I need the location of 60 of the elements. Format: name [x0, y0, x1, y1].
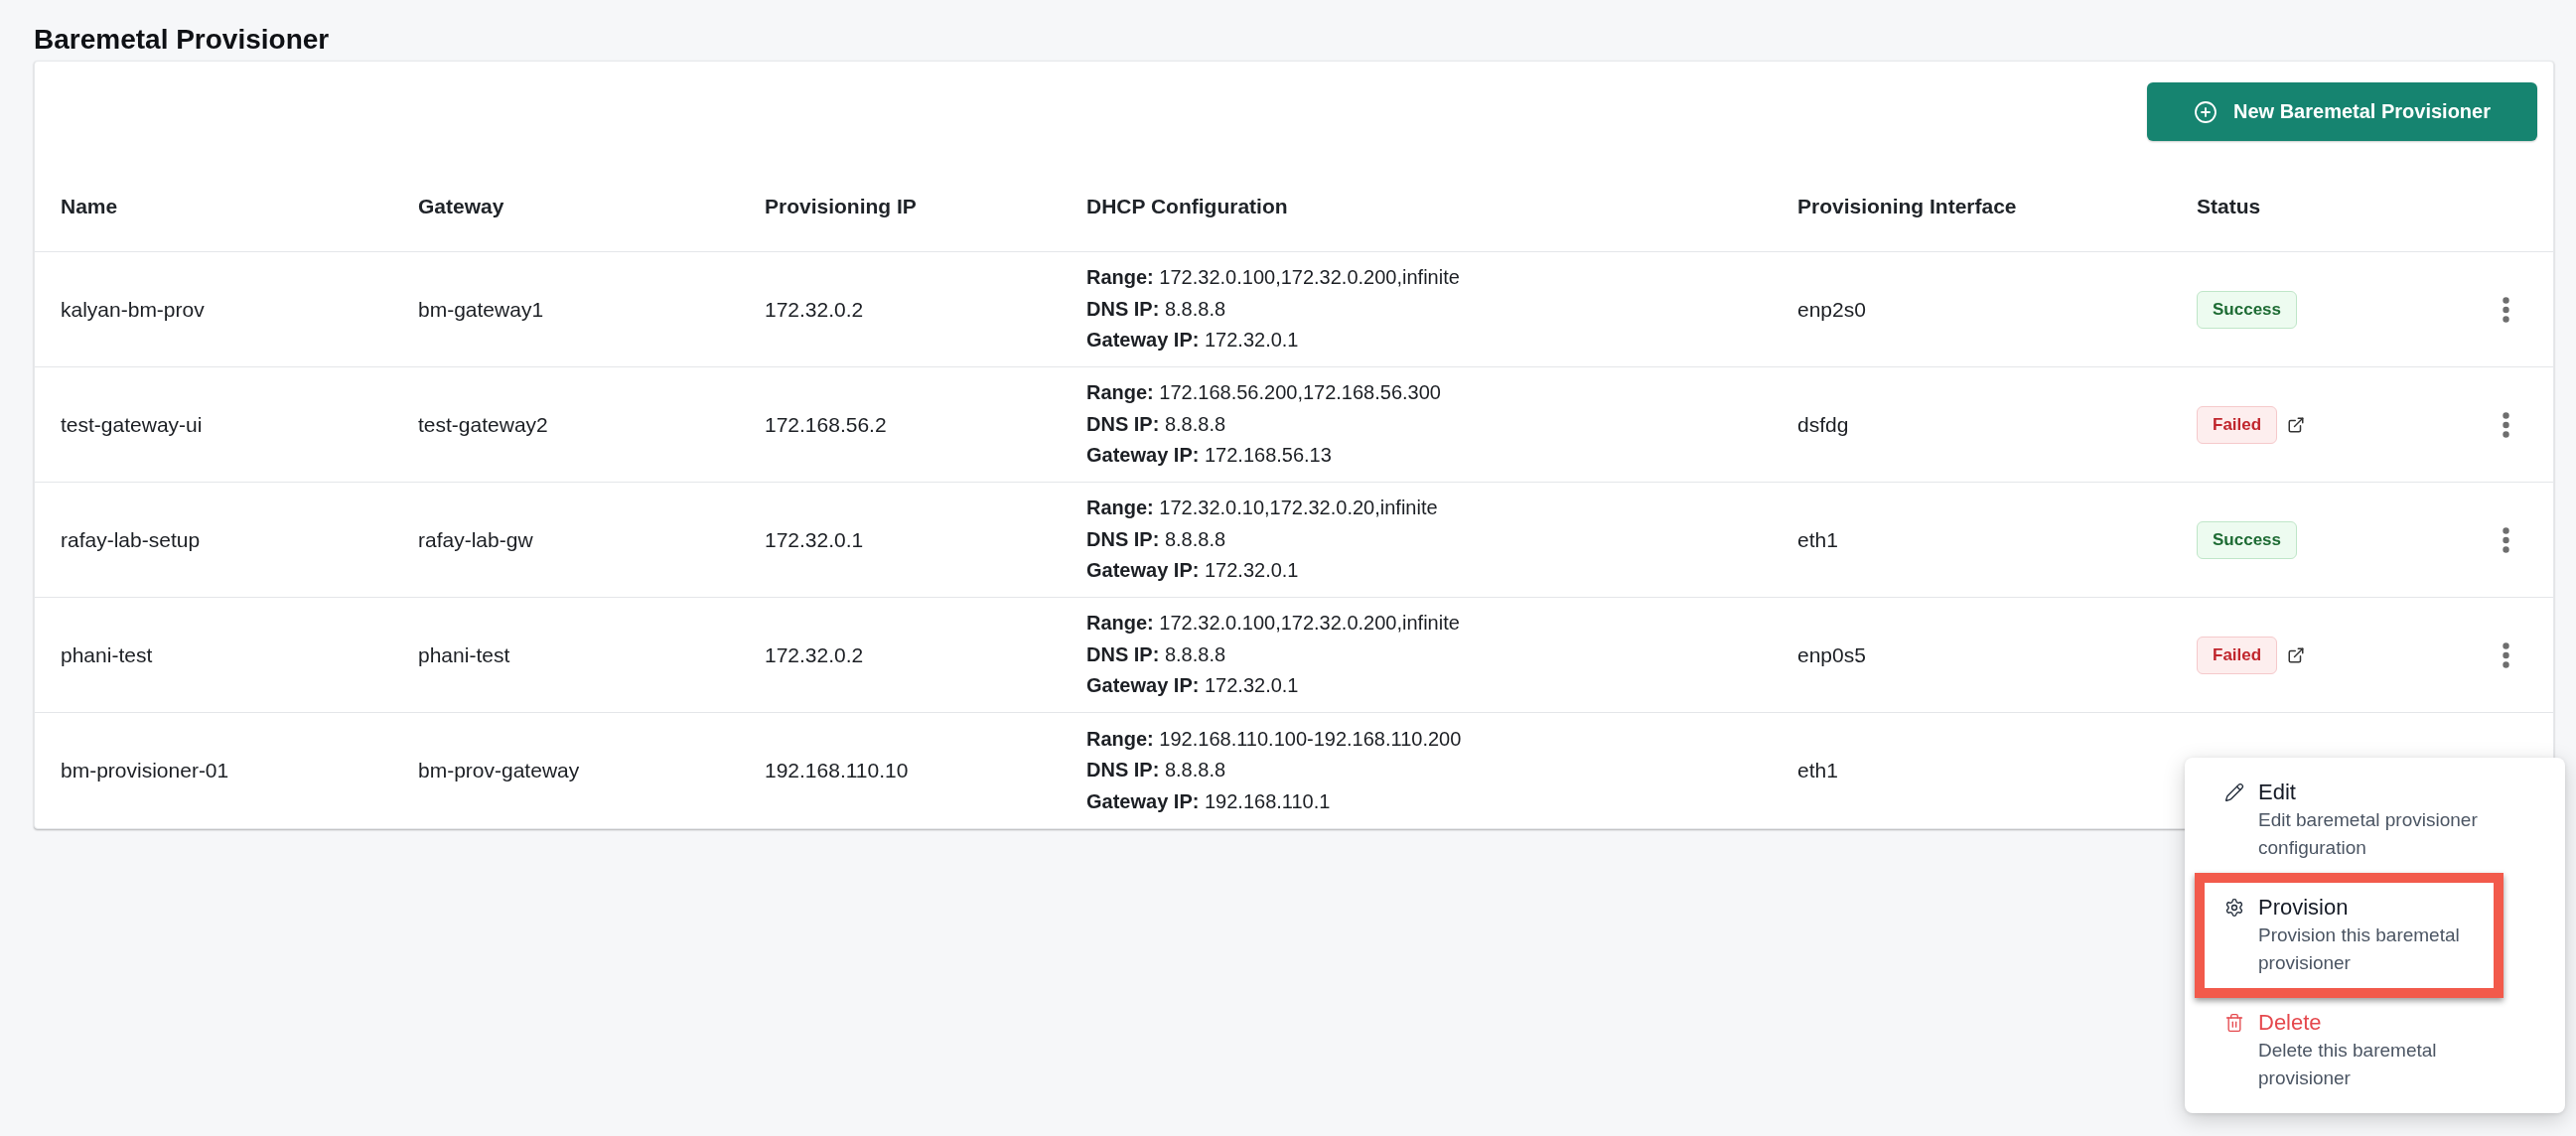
table-cell: 172.32.0.1	[765, 527, 864, 552]
table-cell: eth1	[1797, 527, 1838, 552]
trash-icon	[2224, 1013, 2244, 1033]
table-cell: dsfdg	[1797, 412, 1849, 437]
table-cell: phani-test	[61, 642, 153, 667]
table-cell: 172.32.0.2	[765, 297, 864, 322]
table-cell: rafay-lab-setup	[61, 527, 201, 552]
dhcp-setting: Range: 192.168.110.100-192.168.110.200	[1086, 726, 1462, 752]
status-badge: Success	[2197, 290, 2297, 329]
table-cell: test-gateway2	[418, 412, 548, 437]
table-cell: bm-gateway1	[418, 297, 544, 322]
dhcp-setting: Range: 172.168.56.200,172.168.56.300	[1086, 380, 1441, 406]
plus-circle-icon	[2194, 99, 2218, 124]
pencil-icon	[2224, 782, 2244, 802]
dhcp-setting: DNS IP: 8.8.8.8	[1086, 641, 1226, 667]
menu-item[interactable]: Delete Delete this baremetal provisioner	[2205, 998, 2545, 1103]
dhcp-setting: DNS IP: 8.8.8.8	[1086, 526, 1226, 552]
table-cell: kalyan-bm-prov	[61, 297, 205, 322]
menu-item[interactable]: Edit Edit baremetal provisioner configuration	[2205, 768, 2545, 873]
external-link-icon[interactable]	[2287, 415, 2306, 434]
column-header: DHCP Configuration	[1086, 194, 1288, 218]
more-options-icon[interactable]	[2502, 296, 2509, 323]
table-cell: eth1	[1797, 759, 1838, 782]
status-badge: Failed	[2197, 636, 2278, 674]
column-header: Provisioning Interface	[1797, 194, 2017, 218]
page-title: Baremetal Provisioner	[34, 23, 331, 57]
dhcp-setting: Gateway IP: 192.168.110.1	[1086, 788, 1331, 814]
dhcp-setting: DNS IP: 8.8.8.8	[1086, 758, 1226, 783]
dhcp-setting: Range: 172.32.0.100,172.32.0.200,infinite	[1086, 611, 1460, 637]
dhcp-setting: DNS IP: 8.8.8.8	[1086, 296, 1226, 322]
table-cell: enp2s0	[1797, 297, 1866, 322]
external-link-icon[interactable]	[2287, 645, 2306, 664]
table-cell: 172.32.0.2	[765, 642, 864, 667]
dhcp-setting: Range: 172.32.0.100,172.32.0.200,infinite	[1086, 265, 1460, 291]
status-badge: Success	[2197, 520, 2297, 559]
dhcp-setting: Gateway IP: 172.168.56.13	[1086, 443, 1332, 469]
table-cell: enp0s5	[1797, 642, 1866, 667]
status-badge: Failed	[2197, 405, 2278, 444]
table-cell: 192.168.110.10	[765, 759, 909, 782]
dhcp-setting: Range: 172.32.0.10,172.32.0.20,infinite	[1086, 496, 1438, 521]
dhcp-setting: Gateway IP: 172.32.0.1	[1086, 673, 1299, 699]
table-cell: phani-test	[418, 642, 510, 667]
dhcp-setting: Gateway IP: 172.32.0.1	[1086, 328, 1299, 354]
column-header: Gateway	[418, 194, 504, 218]
table-cell: rafay-lab-gw	[418, 527, 533, 552]
table-cell: test-gateway-ui	[61, 412, 203, 437]
dhcp-setting: Gateway IP: 172.32.0.1	[1086, 558, 1299, 584]
new-provisioner-button[interactable]: New Baremetal Provisioner	[2147, 82, 2537, 141]
column-header: Status	[2197, 194, 2261, 218]
menu-item[interactable]: Provision Provision this baremetal provisioner	[2205, 883, 2494, 988]
more-options-icon[interactable]	[2502, 411, 2509, 438]
more-options-icon[interactable]	[2502, 641, 2509, 668]
column-header: Provisioning IP	[765, 194, 917, 218]
more-options-icon[interactable]	[2502, 526, 2509, 553]
table-cell: 172.168.56.2	[765, 412, 887, 437]
table-cell: bm-prov-gateway	[418, 759, 580, 782]
dhcp-setting: DNS IP: 8.8.8.8	[1086, 411, 1226, 437]
column-header: Name	[61, 194, 118, 218]
table-cell: bm-provisioner-01	[61, 759, 229, 782]
settings-icon	[2224, 898, 2244, 918]
